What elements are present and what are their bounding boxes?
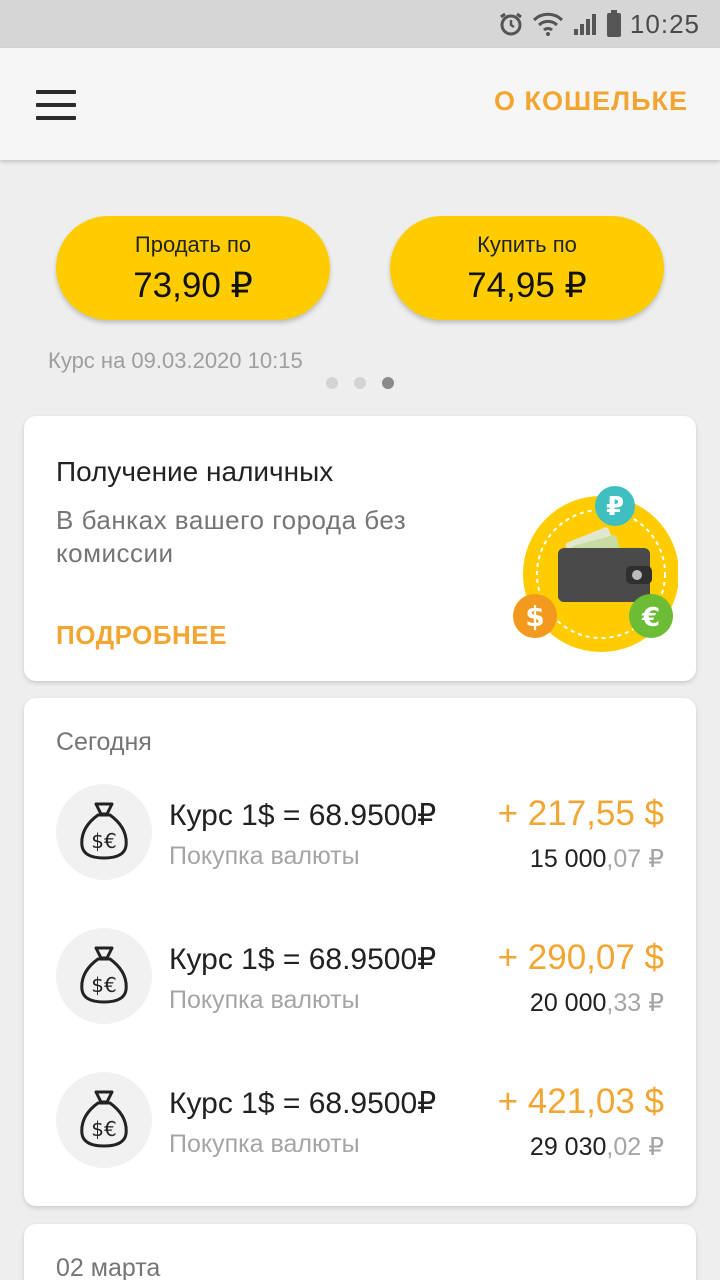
- section-title-today: Сегодня: [56, 728, 152, 756]
- transaction-title: Курс 1$ = 68.9500₽: [169, 943, 437, 976]
- balance-integer: 15 000: [529, 845, 607, 873]
- transaction-subtitle: Покупка валюты: [169, 1130, 360, 1158]
- balance-integer: 29 030: [529, 1133, 607, 1161]
- wifi-icon: [532, 11, 564, 37]
- transactions-card-next: 02 марта: [24, 1224, 696, 1280]
- transaction-amount: + 290,07 $: [497, 938, 664, 977]
- svg-text:$€: $€: [91, 1117, 116, 1141]
- money-bag-icon: $€: [56, 1072, 152, 1168]
- transactions-card: Сегодня $€ Курс 1$ = 68.9500₽ Покупка ва…: [24, 698, 696, 1206]
- transaction-balance: 20 000,33 ₽: [530, 988, 664, 1018]
- rate-date: Курс на 09.03.2020 10:15: [48, 348, 303, 373]
- sell-rate-label: Продать по: [134, 232, 252, 257]
- signal-icon: [572, 11, 598, 37]
- battery-icon: [606, 10, 622, 38]
- promo-more-link[interactable]: ПОДРОБНЕЕ: [56, 620, 227, 651]
- money-bag-icon: $€: [56, 928, 152, 1024]
- svg-text:€: €: [641, 603, 660, 633]
- transaction-title: Курс 1$ = 68.9500₽: [169, 799, 437, 832]
- promo-card[interactable]: Получение наличных В банках вашего город…: [24, 416, 696, 681]
- svg-text:₽: ₽: [606, 492, 624, 522]
- app-bar: О КОШЕЛЬКЕ: [0, 48, 720, 160]
- sell-rate-button[interactable]: Продать по 73,90 ₽: [56, 216, 330, 320]
- buy-rate-label: Купить по: [477, 232, 577, 257]
- transaction-row[interactable]: $€ Курс 1$ = 68.9500₽ Покупка валюты + 2…: [24, 928, 696, 1048]
- status-icons: 10:25: [498, 8, 700, 40]
- pager-dot-active[interactable]: [382, 377, 394, 389]
- transaction-row[interactable]: $€ Курс 1$ = 68.9500₽ Покупка валюты + 4…: [24, 1072, 696, 1192]
- pager-dots: [326, 377, 394, 389]
- balance-integer: 20 000: [529, 989, 607, 1017]
- transaction-balance: 15 000,07 ₽: [530, 844, 664, 874]
- transaction-balance: 29 030,02 ₽: [530, 1132, 664, 1162]
- transaction-amount: + 421,03 $: [497, 1082, 664, 1121]
- hamburger-menu-icon[interactable]: [36, 90, 76, 120]
- alarm-icon: [498, 11, 524, 37]
- pager-dot[interactable]: [354, 377, 366, 389]
- transaction-amount: + 217,55 $: [497, 794, 664, 833]
- buy-rate-button[interactable]: Купить по 74,95 ₽: [390, 216, 664, 320]
- section-title-date: 02 марта: [56, 1254, 161, 1280]
- svg-text:$: $: [525, 600, 544, 633]
- status-bar: 10:25: [0, 0, 720, 48]
- svg-text:$€: $€: [91, 829, 116, 853]
- transaction-subtitle: Покупка валюты: [169, 842, 360, 870]
- transaction-row[interactable]: $€ Курс 1$ = 68.9500₽ Покупка валюты + 2…: [24, 784, 696, 904]
- status-time: 10:25: [629, 8, 700, 39]
- balance-decimal: ,02 ₽: [606, 1133, 664, 1161]
- transaction-title: Курс 1$ = 68.9500₽: [169, 1087, 437, 1120]
- about-wallet-button[interactable]: О КОШЕЛЬКЕ: [494, 86, 688, 117]
- promo-title: Получение наличных: [56, 456, 334, 487]
- money-bag-icon: $€: [56, 784, 152, 880]
- transaction-subtitle: Покупка валюты: [169, 986, 360, 1014]
- balance-decimal: ,07 ₽: [606, 845, 664, 873]
- buy-rate-value: 74,95 ₽: [467, 266, 587, 305]
- balance-decimal: ,33 ₽: [606, 989, 664, 1017]
- pager-dot[interactable]: [326, 377, 338, 389]
- svg-text:$€: $€: [91, 973, 116, 997]
- wallet-currency-icon: ₽ $ €: [508, 486, 679, 656]
- sell-rate-value: 73,90 ₽: [133, 266, 253, 305]
- promo-text: В банках вашего города без комиссии: [56, 505, 407, 568]
